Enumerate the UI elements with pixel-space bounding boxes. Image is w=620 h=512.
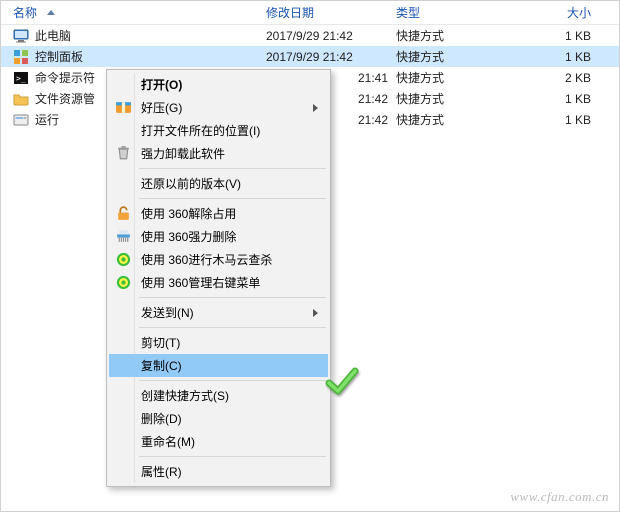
col-header-name-label: 名称 bbox=[13, 4, 37, 21]
sort-ascending-icon bbox=[47, 10, 55, 15]
menu-send-to[interactable]: 发送到(N) bbox=[109, 301, 328, 324]
menu-label: 剪切(T) bbox=[141, 334, 180, 351]
menu-properties[interactable]: 属性(R) bbox=[109, 460, 328, 483]
menu-label: 强力卸载此软件 bbox=[141, 145, 225, 162]
menu-copy[interactable]: 复制(C) bbox=[109, 354, 328, 377]
menu-label: 好压(G) bbox=[141, 99, 182, 116]
menu-label: 打开文件所在的位置(I) bbox=[141, 122, 260, 139]
shredder-icon bbox=[115, 228, 132, 245]
menu-separator bbox=[139, 168, 326, 169]
panel-icon bbox=[13, 49, 29, 65]
menu-separator bbox=[139, 380, 326, 381]
run-icon bbox=[13, 112, 29, 128]
menu-separator bbox=[139, 456, 326, 457]
file-name: 文件资源管 bbox=[35, 90, 95, 107]
col-header-type[interactable]: 类型 bbox=[396, 4, 516, 21]
menu-separator bbox=[139, 198, 326, 199]
menu-label: 属性(R) bbox=[141, 463, 182, 480]
menu-label: 重命名(M) bbox=[141, 433, 195, 450]
menu-create-shortcut[interactable]: 创建快捷方式(S) bbox=[109, 384, 328, 407]
haozip-icon bbox=[115, 99, 132, 116]
menu-360-manage-context[interactable]: 使用 360管理右键菜单 bbox=[109, 271, 328, 294]
menu-cut[interactable]: 剪切(T) bbox=[109, 331, 328, 354]
cmd-icon: >_ bbox=[13, 70, 29, 86]
menu-360-cloud-scan[interactable]: 使用 360进行木马云查杀 bbox=[109, 248, 328, 271]
menu-label: 使用 360进行木马云查杀 bbox=[141, 251, 272, 268]
file-size: 1 KB bbox=[516, 50, 619, 64]
menu-label: 创建快捷方式(S) bbox=[141, 387, 229, 404]
menu-label: 发送到(N) bbox=[141, 304, 194, 321]
file-size: 1 KB bbox=[516, 113, 619, 127]
menu-360-force-delete[interactable]: 使用 360强力删除 bbox=[109, 225, 328, 248]
menu-separator bbox=[139, 327, 326, 328]
column-header[interactable]: 名称 修改日期 类型 大小 bbox=[1, 1, 619, 25]
menu-delete[interactable]: 删除(D) bbox=[109, 407, 328, 430]
file-date: 2017/9/29 21:42 bbox=[266, 29, 396, 43]
unlock-icon bbox=[115, 205, 132, 222]
file-name: 控制面板 bbox=[35, 48, 83, 65]
checkmark-annotation-icon bbox=[324, 363, 360, 399]
pc-icon bbox=[13, 28, 29, 44]
file-type: 快捷方式 bbox=[396, 111, 516, 128]
file-name: 此电脑 bbox=[35, 27, 71, 44]
menu-label: 使用 360管理右键菜单 bbox=[141, 274, 260, 291]
file-type: 快捷方式 bbox=[396, 48, 516, 65]
menu-label: 打开(O) bbox=[141, 76, 182, 93]
menu-label: 使用 360解除占用 bbox=[141, 205, 236, 222]
menu-label: 删除(D) bbox=[141, 410, 182, 427]
menu-label: 还原以前的版本(V) bbox=[141, 175, 241, 192]
menu-open-location[interactable]: 打开文件所在的位置(I) bbox=[109, 119, 328, 142]
file-size: 1 KB bbox=[516, 29, 619, 43]
file-row[interactable]: 此电脑 2017/9/29 21:42 快捷方式 1 KB bbox=[1, 25, 619, 46]
submenu-arrow-icon bbox=[313, 309, 318, 317]
360-menu-icon bbox=[115, 274, 132, 291]
menu-haozip[interactable]: 好压(G) bbox=[109, 96, 328, 119]
file-type: 快捷方式 bbox=[396, 27, 516, 44]
file-row[interactable]: 控制面板 2017/9/29 21:42 快捷方式 1 KB bbox=[1, 46, 619, 67]
trash-icon bbox=[115, 145, 132, 162]
menu-rename[interactable]: 重命名(M) bbox=[109, 430, 328, 453]
file-name: 命令提示符 bbox=[35, 69, 95, 86]
submenu-arrow-icon bbox=[313, 104, 318, 112]
col-header-date[interactable]: 修改日期 bbox=[266, 4, 396, 21]
watermark: www.cfan.com.cn bbox=[510, 489, 609, 505]
svg-text:>_: >_ bbox=[16, 74, 26, 83]
file-type: 快捷方式 bbox=[396, 69, 516, 86]
context-menu: 打开(O) 好压(G) 打开文件所在的位置(I) 强力卸载此软件 还原以前的版本… bbox=[106, 69, 331, 487]
col-header-size[interactable]: 大小 bbox=[516, 4, 619, 21]
file-size: 1 KB bbox=[516, 92, 619, 106]
file-name: 运行 bbox=[35, 111, 59, 128]
menu-label: 复制(C) bbox=[141, 357, 182, 374]
menu-force-uninstall[interactable]: 强力卸载此软件 bbox=[109, 142, 328, 165]
menu-360-release[interactable]: 使用 360解除占用 bbox=[109, 202, 328, 225]
col-header-name[interactable]: 名称 bbox=[1, 4, 266, 21]
file-type: 快捷方式 bbox=[396, 90, 516, 107]
file-size: 2 KB bbox=[516, 71, 619, 85]
explorer-icon bbox=[13, 91, 29, 107]
file-date: 2017/9/29 21:42 bbox=[266, 50, 396, 64]
360-shield-icon bbox=[115, 251, 132, 268]
menu-open[interactable]: 打开(O) bbox=[109, 73, 328, 96]
menu-separator bbox=[139, 297, 326, 298]
menu-restore-version[interactable]: 还原以前的版本(V) bbox=[109, 172, 328, 195]
menu-label: 使用 360强力删除 bbox=[141, 228, 236, 245]
